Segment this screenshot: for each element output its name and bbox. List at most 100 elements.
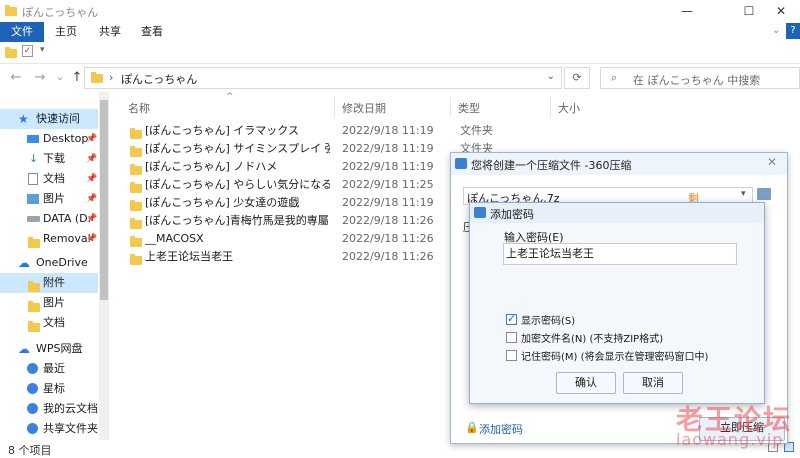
sidebar-item-od-pictures[interactable]: 图片: [0, 293, 98, 313]
up-button[interactable]: ↑: [69, 70, 85, 86]
title-bar: ぽんこっちゃん — ☐ ✕: [0, 0, 800, 22]
sidebar-item-label: 图片: [43, 192, 65, 205]
file-row[interactable]: [ぽんこっちゃん] ノドハメ 2022/9/18 11:19: [130, 158, 450, 176]
column-header-name[interactable]: 名称: [128, 100, 150, 116]
sidebar-item-wps[interactable]: ☁ WPS网盘: [0, 339, 98, 359]
compression-window-title: 您将创建一个压缩文件 -360压缩: [471, 159, 632, 172]
ok-label: 确认: [575, 376, 597, 389]
pin-icon[interactable]: 📌: [86, 149, 97, 169]
file-name: [ぽんこっちゃん] ノドハメ: [145, 160, 278, 173]
add-password-link[interactable]: 添加密码: [479, 421, 523, 437]
sidebar-item-label: 文档: [43, 172, 65, 185]
sidebar-item-downloads[interactable]: ↓ 下载 📌: [0, 149, 98, 169]
file-row[interactable]: 上老王论坛当老王 2022/9/18 11:26: [130, 248, 450, 266]
folder-icon: [5, 5, 17, 16]
file-row[interactable]: [ぽんこっちゃん]青梅竹馬是我的専屬口... 2022/9/18 11:26: [130, 212, 450, 230]
drive-icon: [27, 216, 40, 222]
remember-password-label: 记住密码(M) (将会显示在管理密码窗口中): [521, 352, 709, 363]
file-row[interactable]: [ぽんこっちゃん] 少女達の遊戯 2022/9/18 11:19: [130, 194, 450, 212]
clock-icon: [27, 363, 38, 374]
tab-view[interactable]: 查看: [136, 22, 168, 42]
help-icon[interactable]: ?: [786, 23, 800, 39]
pin-icon[interactable]: 📌: [86, 189, 97, 209]
sidebar-item-label: 我的云文档: [43, 402, 98, 415]
cancel-label: 取消: [642, 376, 664, 389]
column-divider[interactable]: [450, 97, 451, 117]
checkbox-icon[interactable]: [506, 350, 517, 361]
address-dropdown-icon[interactable]: ⌄: [547, 71, 555, 82]
folder-icon[interactable]: [5, 47, 17, 58]
column-header-size[interactable]: 大小: [558, 100, 580, 116]
sidebar-item-starred[interactable]: 星标: [0, 379, 98, 399]
star-icon: [27, 383, 38, 394]
sidebar-item-label: OneDrive: [36, 256, 88, 269]
expand-ribbon-icon[interactable]: ⌄: [772, 25, 780, 36]
sidebar-scrollbar-thumb[interactable]: [100, 100, 108, 300]
column-divider[interactable]: [334, 97, 335, 117]
browse-folder-icon[interactable]: [757, 188, 771, 200]
address-bar[interactable]: › ぽんこっちゃん ⌄: [84, 67, 562, 89]
sidebar-item-desktop[interactable]: Desktop 📌: [0, 129, 98, 149]
dropdown-icon[interactable]: ▾: [741, 189, 746, 199]
sidebar-item-data-drive[interactable]: DATA (D: 📌: [0, 209, 98, 229]
sidebar-item-label: 图片: [43, 296, 65, 309]
checkbox-checked-icon[interactable]: [506, 312, 517, 325]
pin-icon[interactable]: 📌: [86, 229, 97, 249]
file-row[interactable]: [ぽんこっちゃん] イラマックス 2022/9/18 11:19 文件夹: [130, 122, 493, 140]
sidebar-item-quick-access[interactable]: ★ 快速访问: [0, 109, 98, 129]
item-count: 8 个项目: [8, 444, 52, 457]
sidebar-item-recent[interactable]: 最近: [0, 359, 98, 379]
address-row: ← → ⌄ ↑ › ぽんこっちゃん ⌄ ⟳ ⌕ 在 ぽんこっちゃん 中搜索: [0, 64, 800, 92]
password-input[interactable]: 上老王论坛当老王: [503, 243, 737, 265]
file-type: 文件夹: [460, 124, 493, 137]
sidebar-item-attachments[interactable]: 附件: [0, 273, 98, 293]
folder-icon: [130, 254, 142, 265]
properties-icon[interactable]: ✓: [22, 45, 33, 57]
file-name: [ぽんこっちゃん]青梅竹馬是我的専屬口...: [145, 214, 330, 227]
pin-icon[interactable]: 📌: [86, 129, 97, 149]
forward-button[interactable]: →: [32, 70, 48, 86]
sidebar-item-od-documents[interactable]: 文档: [0, 313, 98, 333]
sidebar-item-pictures[interactable]: 图片 📌: [0, 189, 98, 209]
folder-icon: [130, 146, 142, 157]
app-360-icon: [474, 207, 486, 218]
back-button[interactable]: ←: [8, 70, 24, 86]
tab-file[interactable]: 文件: [0, 22, 44, 42]
file-row[interactable]: [ぽんこっちゃん] サイミンスプレイ 強... 2022/9/18 11:19 …: [130, 140, 493, 158]
window-title: ぽんこっちゃん: [22, 6, 99, 19]
customize-dropdown-icon[interactable]: ▾: [40, 45, 45, 55]
file-name: [ぽんこっちゃん] 少女達の遊戯: [145, 196, 300, 209]
minimize-button[interactable]: —: [664, 0, 710, 22]
sidebar-item-onedrive[interactable]: ☁ OneDrive: [0, 253, 98, 273]
encrypt-filenames-checkbox[interactable]: 加密文件名(N) (不支持ZIP格式): [506, 330, 663, 346]
refresh-button[interactable]: ⟳: [564, 67, 590, 89]
tab-share[interactable]: 共享: [94, 22, 126, 42]
sidebar-item-documents[interactable]: 文档 📌: [0, 169, 98, 189]
sidebar-item-label: 星标: [43, 382, 65, 395]
column-header-type[interactable]: 类型: [458, 100, 480, 116]
cancel-button[interactable]: 取消: [623, 372, 683, 394]
add-password-dialog: 添加密码 输入密码(E) 上老王论坛当老王 显示密码(S) 加密文件名(N) (…: [469, 202, 765, 404]
pin-icon[interactable]: 📌: [86, 169, 97, 189]
checkbox-icon[interactable]: [506, 332, 517, 343]
show-password-checkbox[interactable]: 显示密码(S): [506, 312, 575, 328]
column-divider[interactable]: [550, 97, 551, 117]
file-row[interactable]: [ぽんこっちゃん] やらしい気分になるア... 2022/9/18 11:25: [130, 176, 450, 194]
pin-icon[interactable]: 📌: [86, 209, 97, 229]
file-row[interactable]: __MACOSX 2022/9/18 11:26: [130, 230, 450, 248]
tab-home[interactable]: 主页: [50, 22, 82, 42]
sidebar-item-removal[interactable]: Removal 📌: [0, 229, 98, 249]
sidebar-item-cloud-docs[interactable]: 我的云文档: [0, 399, 98, 419]
sidebar-item-shared-folder[interactable]: 共享文件夹: [0, 419, 98, 439]
shared-folder-icon: [27, 423, 38, 434]
close-button[interactable]: ✕: [758, 0, 800, 22]
search-input[interactable]: ⌕ 在 ぽんこっちゃん 中搜索: [600, 67, 800, 89]
ok-button[interactable]: 确认: [556, 372, 616, 394]
path-separator[interactable]: ›: [109, 71, 113, 84]
column-header-date[interactable]: 修改日期: [342, 100, 386, 116]
breadcrumb-folder[interactable]: ぽんこっちゃん: [121, 71, 197, 87]
folder-icon: [28, 281, 40, 292]
remember-password-checkbox[interactable]: 记住密码(M) (将会显示在管理密码窗口中): [506, 348, 708, 364]
recent-locations-button[interactable]: ⌄: [52, 70, 68, 86]
close-icon[interactable]: ✕: [767, 155, 777, 169]
